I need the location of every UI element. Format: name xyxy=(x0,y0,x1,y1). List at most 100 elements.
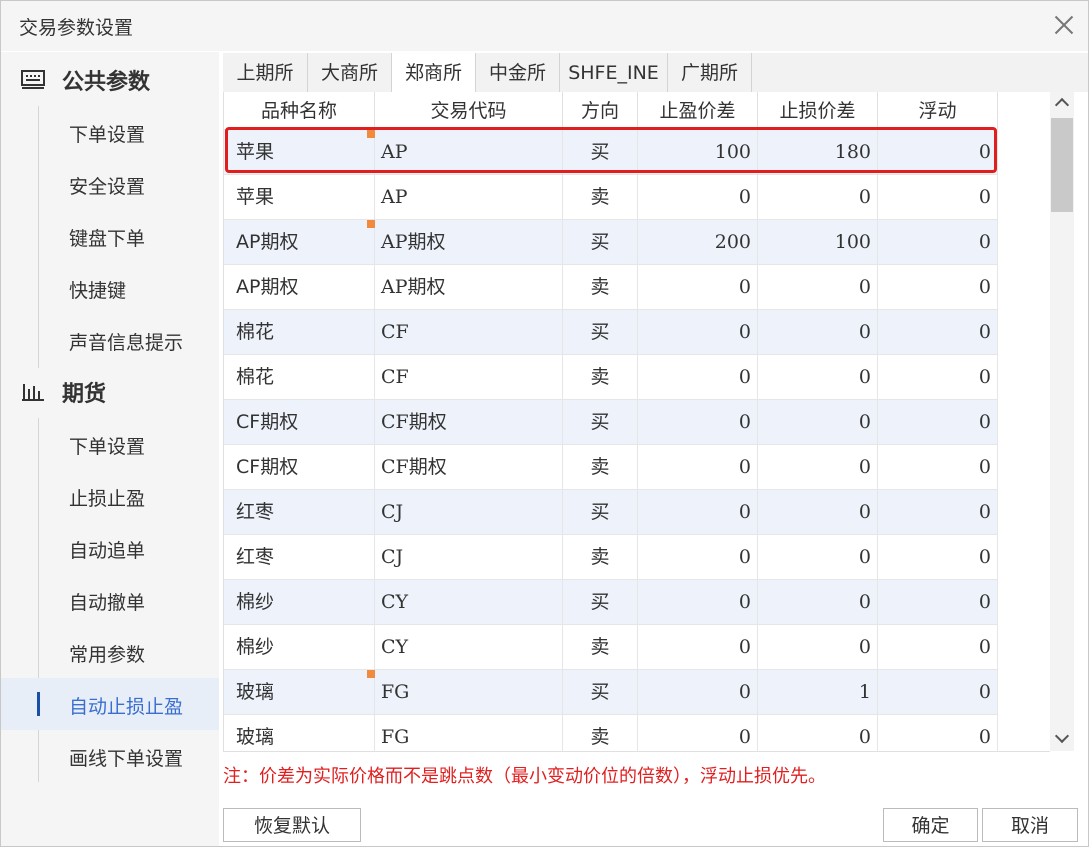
cell-stop-loss[interactable]: 0 xyxy=(758,580,878,625)
cell-floating[interactable]: 0 xyxy=(878,130,998,175)
sidebar-section-public[interactable]: 公共参数 xyxy=(1,54,219,106)
cell-floating[interactable]: 0 xyxy=(878,670,998,715)
cancel-button[interactable]: 取消 xyxy=(982,808,1078,842)
cell-stop-loss[interactable]: 0 xyxy=(758,265,878,310)
cell-product: 棉花 xyxy=(224,310,375,355)
scroll-down-icon[interactable] xyxy=(1050,727,1074,751)
cell-stop-loss[interactable]: 1 xyxy=(758,670,878,715)
cell-stop-loss[interactable]: 180 xyxy=(758,130,878,175)
cell-take-profit[interactable]: 0 xyxy=(638,625,758,670)
cell-floating[interactable]: 0 xyxy=(878,310,998,355)
sidebar-item-common-params[interactable]: 常用参数 xyxy=(1,626,219,678)
col-header-direction[interactable]: 方向 xyxy=(563,92,638,130)
sidebar-section-futures[interactable]: 期货 xyxy=(1,366,219,418)
tab-czce[interactable]: 郑商所 xyxy=(392,53,476,92)
sidebar-item-label: 常用参数 xyxy=(69,644,146,666)
col-header-product[interactable]: 品种名称 xyxy=(224,92,375,130)
cell-stop-loss[interactable]: 0 xyxy=(758,175,878,220)
cell-floating[interactable]: 0 xyxy=(878,580,998,625)
tab-shfe-ine[interactable]: SHFE_INE xyxy=(560,53,668,92)
table-row[interactable]: 玻璃 FG 卖 0 0 0 xyxy=(224,715,1050,751)
tab-cffex[interactable]: 中金所 xyxy=(476,53,560,92)
cell-take-profit[interactable]: 0 xyxy=(638,400,758,445)
cell-take-profit[interactable]: 200 xyxy=(638,220,758,265)
scroll-thumb[interactable] xyxy=(1051,118,1073,212)
reset-default-button[interactable]: 恢复默认 xyxy=(223,808,361,842)
cell-code: CY xyxy=(375,580,563,625)
cell-take-profit[interactable]: 0 xyxy=(638,310,758,355)
cell-stop-loss[interactable]: 0 xyxy=(758,625,878,670)
cell-floating[interactable]: 0 xyxy=(878,535,998,580)
cell-take-profit[interactable]: 0 xyxy=(638,445,758,490)
cell-stop-loss[interactable]: 0 xyxy=(758,535,878,580)
sidebar-item-drawline-order[interactable]: 画线下单设置 xyxy=(1,730,219,782)
table-row[interactable]: 苹果 AP 买 100 180 0 xyxy=(224,130,1050,175)
cell-stop-loss[interactable]: 0 xyxy=(758,715,878,751)
cell-take-profit[interactable]: 0 xyxy=(638,355,758,400)
table-row[interactable]: 棉花 CF 卖 0 0 0 xyxy=(224,355,1050,400)
cell-stop-loss[interactable]: 0 xyxy=(758,400,878,445)
cell-take-profit[interactable]: 0 xyxy=(638,715,758,751)
cell-floating[interactable]: 0 xyxy=(878,715,998,751)
tab-gfex[interactable]: 广期所 xyxy=(668,53,752,92)
col-header-floating[interactable]: 浮动 xyxy=(878,92,998,130)
cell-take-profit[interactable]: 0 xyxy=(638,265,758,310)
cell-floating[interactable]: 0 xyxy=(878,220,998,265)
sidebar-item-keyboard-order[interactable]: 键盘下单 xyxy=(1,210,219,262)
ok-button[interactable]: 确定 xyxy=(883,808,978,842)
cell-stop-loss[interactable]: 0 xyxy=(758,445,878,490)
sidebar-item-auto-chase[interactable]: 自动追单 xyxy=(1,522,219,574)
cell-stop-loss[interactable]: 0 xyxy=(758,310,878,355)
table-row[interactable]: 棉纱 CY 买 0 0 0 xyxy=(224,580,1050,625)
sidebar: 公共参数 下单设置 安全设置 键盘下单 快捷键 声音信息提示 期货 下单设置 止… xyxy=(1,52,219,846)
cell-stop-loss[interactable]: 0 xyxy=(758,490,878,535)
cell-floating[interactable]: 0 xyxy=(878,400,998,445)
table-row[interactable]: 苹果 AP 卖 0 0 0 xyxy=(224,175,1050,220)
cell-take-profit[interactable]: 0 xyxy=(638,175,758,220)
col-header-take-profit[interactable]: 止盈价差 xyxy=(638,92,758,130)
table-row[interactable]: CF期权 CF期权卖 0 0 0 xyxy=(224,445,1050,490)
cell-stop-loss[interactable]: 0 xyxy=(758,355,878,400)
cell-take-profit[interactable]: 0 xyxy=(638,670,758,715)
cell-stop-loss[interactable]: 100 xyxy=(758,220,878,265)
cell-floating[interactable]: 0 xyxy=(878,355,998,400)
cell-take-profit[interactable]: 0 xyxy=(638,580,758,625)
close-icon[interactable] xyxy=(1050,11,1078,39)
cell-direction: 买 xyxy=(563,670,638,715)
table-row[interactable]: AP期权 AP期权卖 0 0 0 xyxy=(224,265,1050,310)
table-row[interactable]: 红枣 CJ 买 0 0 0 xyxy=(224,490,1050,535)
table-row[interactable]: CF期权 CF期权买 0 0 0 xyxy=(224,400,1050,445)
cell-take-profit[interactable]: 0 xyxy=(638,535,758,580)
sidebar-item-stop-loss-profit[interactable]: 止损止盈 xyxy=(1,470,219,522)
cell-floating[interactable]: 0 xyxy=(878,445,998,490)
sidebar-item-auto-cancel[interactable]: 自动撤单 xyxy=(1,574,219,626)
col-header-stop-loss[interactable]: 止损价差 xyxy=(758,92,878,130)
cell-floating[interactable]: 0 xyxy=(878,490,998,535)
tab-dce[interactable]: 大商所 xyxy=(308,53,392,92)
sidebar-item-label: 快捷键 xyxy=(69,280,127,302)
cell-floating[interactable]: 0 xyxy=(878,175,998,220)
sidebar-item-label: 自动撤单 xyxy=(69,592,146,614)
col-header-code[interactable]: 交易代码 xyxy=(375,92,563,130)
sidebar-item-auto-stop-loss-profit[interactable]: 自动止损止盈 xyxy=(1,678,219,730)
active-marker xyxy=(37,692,40,716)
sidebar-item-label: 自动止损止盈 xyxy=(69,696,184,718)
scroll-up-icon[interactable] xyxy=(1050,92,1074,116)
cell-take-profit[interactable]: 0 xyxy=(638,490,758,535)
table-row[interactable]: 玻璃 FG 买 0 1 0 xyxy=(224,670,1050,715)
cell-floating[interactable]: 0 xyxy=(878,265,998,310)
cell-take-profit[interactable]: 100 xyxy=(638,130,758,175)
table-row[interactable]: 红枣 CJ 卖 0 0 0 xyxy=(224,535,1050,580)
tab-shfe[interactable]: 上期所 xyxy=(223,53,308,92)
table-row[interactable]: 棉花 CF 买 0 0 0 xyxy=(224,310,1050,355)
table-row[interactable]: AP期权 AP期权买 200 100 0 xyxy=(224,220,1050,265)
vertical-scrollbar[interactable] xyxy=(1050,92,1074,751)
table-row[interactable]: 棉纱 CY 卖 0 0 0 xyxy=(224,625,1050,670)
sidebar-item-security[interactable]: 安全设置 xyxy=(1,158,219,210)
sidebar-item-label: 自动追单 xyxy=(69,540,146,562)
sidebar-item-futures-order-settings[interactable]: 下单设置 xyxy=(1,418,219,470)
sidebar-item-hotkeys[interactable]: 快捷键 xyxy=(1,262,219,314)
sidebar-item-sound-alerts[interactable]: 声音信息提示 xyxy=(1,314,219,366)
sidebar-item-order-settings[interactable]: 下单设置 xyxy=(1,106,219,158)
cell-floating[interactable]: 0 xyxy=(878,625,998,670)
